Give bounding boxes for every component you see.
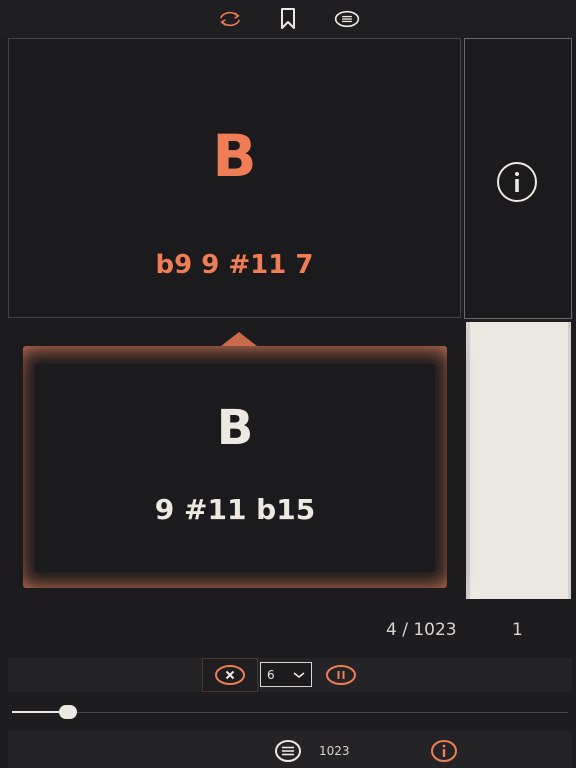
pause-icon	[326, 665, 356, 685]
current-chord-extensions: b9 9 #11 7	[155, 250, 314, 280]
chevron-down-icon	[293, 669, 305, 683]
info-icon[interactable]	[496, 161, 538, 203]
current-chord-root: B	[212, 122, 257, 190]
tempo-slider-thumb[interactable]	[59, 705, 77, 719]
info-panel[interactable]	[464, 38, 572, 319]
bookmark-icon[interactable]	[275, 6, 301, 32]
controls-bar: 6	[8, 658, 572, 692]
total-count: 1023	[319, 744, 350, 758]
next-chord-extensions: 9 #11 b15	[154, 493, 316, 526]
refresh-icon[interactable]	[217, 6, 243, 32]
current-chord-card[interactable]: B b9 9 #11 7	[8, 38, 461, 318]
tempo-slider-track[interactable]	[12, 712, 568, 713]
count-select-value: 6	[267, 668, 275, 682]
next-chord-root: B	[216, 400, 254, 456]
info-icon[interactable]	[430, 739, 457, 763]
count-select[interactable]: 6	[260, 662, 312, 687]
stop-button[interactable]	[202, 658, 258, 692]
close-icon	[215, 665, 245, 685]
progress-counter: 4 / 1023	[386, 620, 457, 640]
card-pointer	[221, 332, 257, 346]
list-icon[interactable]	[274, 739, 301, 763]
pause-button[interactable]	[324, 662, 358, 688]
bottom-bar: 1023	[8, 731, 572, 768]
side-panel	[466, 322, 571, 599]
next-chord-inner	[35, 364, 435, 572]
counter-value: 1	[512, 620, 523, 640]
top-toolbar	[0, 0, 576, 38]
menu-icon[interactable]	[334, 6, 360, 32]
next-chord-card[interactable]: B 9 #11 b15	[23, 332, 447, 588]
